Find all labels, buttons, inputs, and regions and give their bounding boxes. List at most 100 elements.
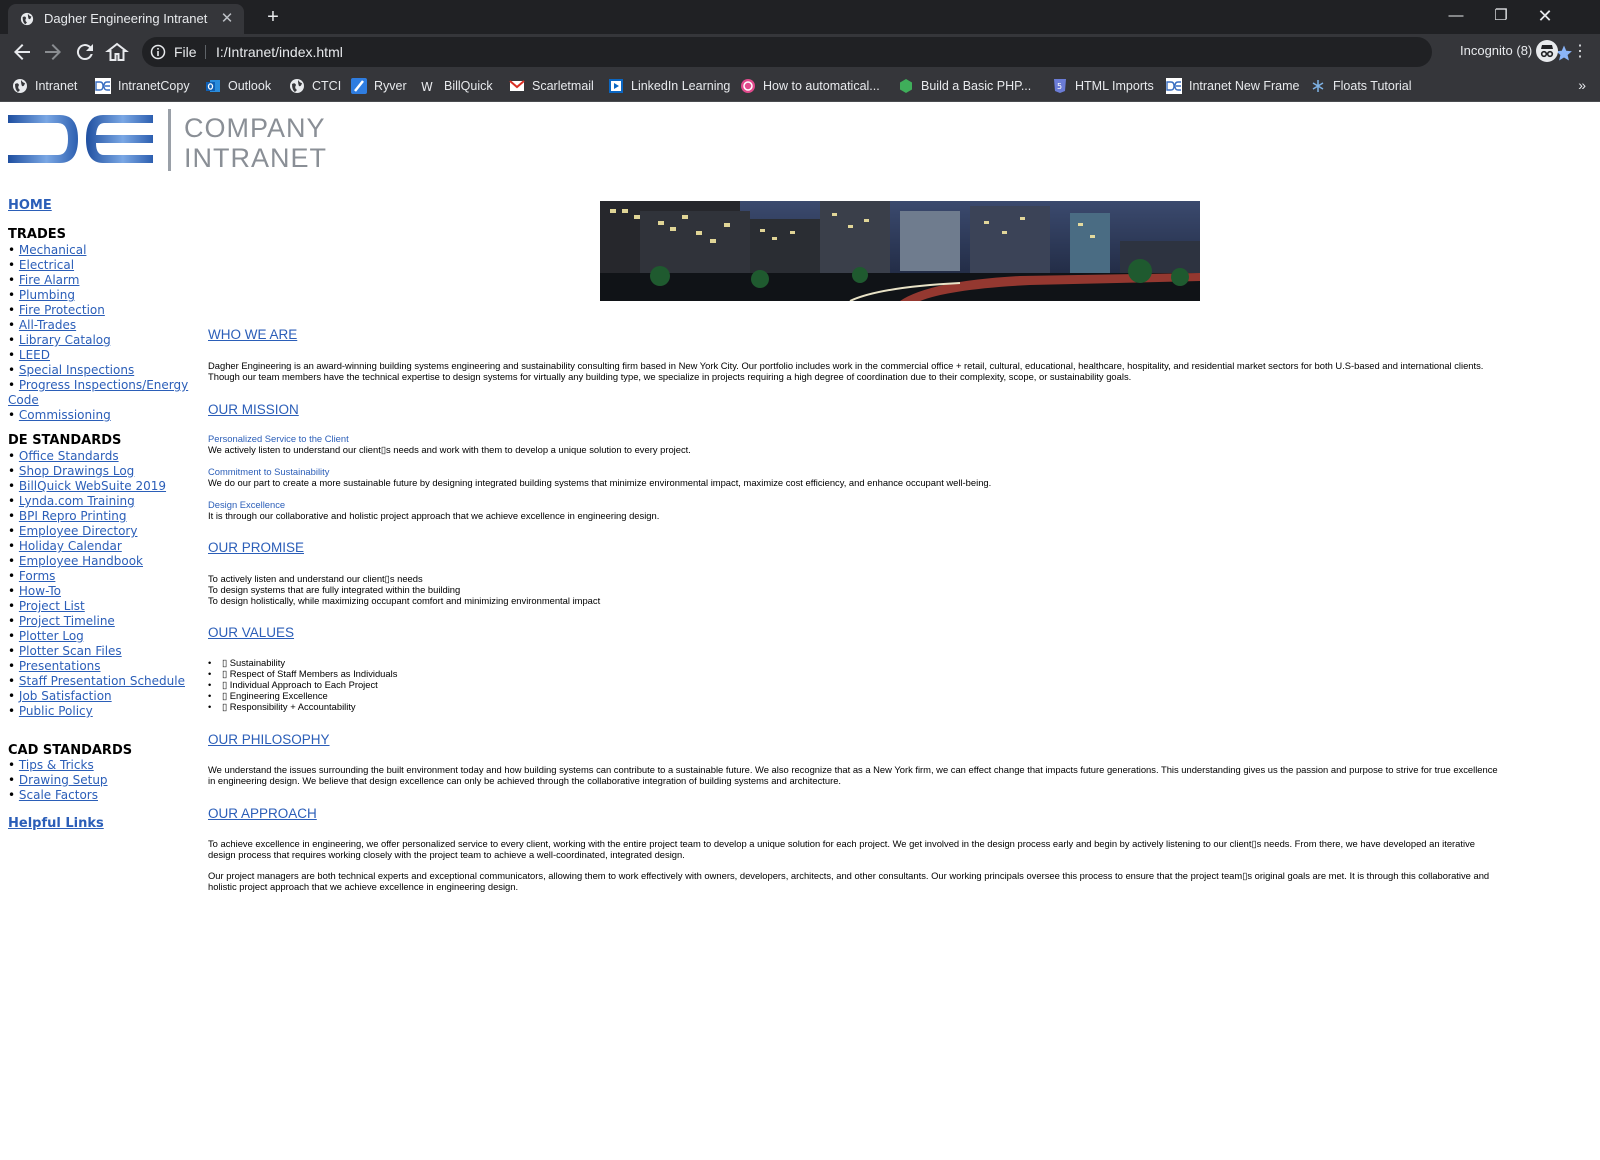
sidebar-item: • Library Catalog	[8, 333, 200, 348]
menu-icon[interactable]: ⋮	[1572, 42, 1588, 62]
bookmark-how-to-automatical[interactable]: How to automatical...	[740, 77, 880, 95]
bookmark-ctci[interactable]: CTCI	[289, 77, 341, 95]
bookmark-linkedin-learning[interactable]: LinkedIn Learning	[608, 77, 730, 95]
info-icon[interactable]	[150, 44, 166, 60]
de-link-project-list[interactable]: Project List	[19, 599, 85, 613]
home-link[interactable]: HOME	[8, 198, 52, 213]
bookmark-label: Floats Tutorial	[1333, 79, 1412, 93]
bullet: •	[8, 464, 19, 478]
bookmark-build-a-basic-php[interactable]: Build a Basic PHP...	[898, 77, 1031, 95]
de-link-employee-handbook[interactable]: Employee Handbook	[19, 554, 143, 568]
approach-paragraph-1a: To achieve excellence in engineering, we…	[208, 838, 1475, 849]
de-link-bpi-repro-printing[interactable]: BPI Repro Printing	[19, 509, 127, 523]
promise-line-3: To design holistically, while maximizing…	[208, 595, 601, 606]
home-button[interactable]	[105, 40, 129, 64]
trades-link-fire-protection[interactable]: Fire Protection	[19, 303, 105, 317]
cad-link-scale-factors[interactable]: Scale Factors	[19, 788, 98, 802]
close-tab-icon[interactable]: ✕	[218, 10, 236, 28]
who-we-are-heading[interactable]: WHO WE ARE	[208, 328, 297, 342]
de-link-employee-directory[interactable]: Employee Directory	[19, 524, 138, 538]
omnibox-divider	[205, 45, 206, 59]
de-link-lynda-com-training[interactable]: Lynda.com Training	[19, 494, 135, 508]
globe-icon	[20, 12, 34, 26]
de-link-forms[interactable]: Forms	[19, 569, 55, 583]
trades-link-plumbing[interactable]: Plumbing	[19, 288, 75, 302]
mission-title-2: Commitment to Sustainability	[208, 466, 330, 477]
bookmark-outlook[interactable]: Outlook	[205, 77, 271, 95]
incognito-label[interactable]: Incognito (8)	[1460, 43, 1532, 58]
trades-link-special-inspections[interactable]: Special Inspections	[19, 363, 134, 377]
de-link-project-timeline[interactable]: Project Timeline	[19, 614, 115, 628]
cad-standards-heading: CAD STANDARDS	[8, 743, 133, 758]
bookmark-label: LinkedIn Learning	[631, 79, 731, 93]
sidebar-item: • Office Standards	[8, 449, 200, 464]
forward-button[interactable]	[41, 40, 65, 64]
reload-button[interactable]	[73, 40, 97, 64]
minimize-button[interactable]: —	[1441, 4, 1471, 28]
close-window-button[interactable]: ✕	[1530, 4, 1560, 28]
bookmark-intranet-new-frame[interactable]: Intranet New Frame	[1166, 77, 1299, 95]
floats-icon	[1310, 78, 1326, 94]
sidebar-item: • Special Inspections	[8, 363, 200, 378]
bullet: •	[8, 554, 19, 568]
de-link-shop-drawings-log[interactable]: Shop Drawings Log	[19, 464, 134, 478]
more-bookmarks-icon[interactable]: »	[1578, 77, 1586, 93]
our-values-heading[interactable]: OUR VALUES	[208, 626, 294, 640]
our-promise-heading[interactable]: OUR PROMISE	[208, 541, 304, 555]
de-link-plotter-scan-files[interactable]: Plotter Scan Files	[19, 644, 122, 658]
bookmark-billquick[interactable]: W BillQuick	[421, 77, 493, 95]
trades-link-progress-inspections-energy-code[interactable]: Progress Inspections/Energy Code	[8, 378, 188, 407]
bookmark-html-imports[interactable]: 5 HTML Imports	[1052, 77, 1154, 95]
sidebar-item: • Job Satisfaction	[8, 689, 200, 704]
de-link-job-satisfaction[interactable]: Job Satisfaction	[19, 689, 112, 703]
sidebar-item: • Commissioning	[8, 408, 200, 423]
back-button[interactable]	[10, 40, 34, 64]
trades-link-commissioning[interactable]: Commissioning	[19, 408, 111, 422]
address-bar[interactable]: File I:/Intranet/index.html	[142, 37, 1572, 67]
company-logo: COMPANY INTRANET	[8, 109, 338, 173]
our-mission-heading[interactable]: OUR MISSION	[208, 403, 299, 417]
our-philosophy-heading[interactable]: OUR PHILOSOPHY	[208, 733, 330, 747]
trades-link-library-catalog[interactable]: Library Catalog	[19, 333, 111, 347]
new-tab-button[interactable]: +	[262, 6, 284, 28]
de-link-how-to[interactable]: How-To	[19, 584, 61, 598]
trades-link-all-trades[interactable]: All-Trades	[19, 318, 76, 332]
city-banner-image	[600, 201, 1200, 301]
browser-tab[interactable]: Dagher Engineering Intranet ✕	[8, 4, 244, 34]
sidebar-item: • BPI Repro Printing	[8, 509, 200, 524]
gmail-icon	[509, 78, 525, 94]
sidebar-item: • Plotter Log	[8, 629, 200, 644]
tab-strip: Dagher Engineering Intranet ✕ + — ❐ ✕	[0, 0, 1600, 34]
cad-link-drawing-setup[interactable]: Drawing Setup	[19, 773, 108, 787]
bookmark-intranetcopy[interactable]: IntranetCopy	[95, 77, 190, 95]
bookmark-intranet[interactable]: Intranet	[12, 77, 77, 95]
bookmark-scarletmail[interactable]: Scarletmail	[509, 77, 594, 95]
de-link-holiday-calendar[interactable]: Holiday Calendar	[19, 539, 122, 553]
de-link-billquick-websuite-2019[interactable]: BillQuick WebSuite 2019	[19, 479, 166, 493]
bullet: •	[8, 348, 19, 362]
bookmark-ryver[interactable]: Ryver	[351, 77, 407, 95]
sidebar-item: • Forms	[8, 569, 200, 584]
restore-button[interactable]: ❐	[1486, 4, 1516, 28]
trades-link-electrical[interactable]: Electrical	[19, 258, 74, 272]
de-link-plotter-log[interactable]: Plotter Log	[19, 629, 84, 643]
bullet: •	[8, 378, 19, 392]
de-link-public-policy[interactable]: Public Policy	[19, 704, 93, 718]
bookmark-floats-tutorial[interactable]: Floats Tutorial	[1310, 77, 1412, 95]
sidebar-item: • Lynda.com Training	[8, 494, 200, 509]
de-link-office-standards[interactable]: Office Standards	[19, 449, 119, 463]
de-link-staff-presentation-schedule[interactable]: Staff Presentation Schedule	[19, 674, 185, 688]
trades-link-leed[interactable]: LEED	[19, 348, 50, 362]
helpful-links-link[interactable]: Helpful Links	[8, 816, 104, 831]
bookmark-label: Outlook	[228, 79, 272, 93]
de-link-presentations[interactable]: Presentations	[19, 659, 101, 673]
trades-link-mechanical[interactable]: Mechanical	[19, 243, 87, 257]
our-approach-heading[interactable]: OUR APPROACH	[208, 807, 317, 821]
url-text[interactable]: I:/Intranet/index.html	[216, 44, 343, 60]
bullet: •	[8, 524, 19, 538]
cad-link-tips-tricks[interactable]: Tips & Tricks	[19, 758, 94, 772]
sidebar-item: • Employee Handbook	[8, 554, 200, 569]
trades-link-fire-alarm[interactable]: Fire Alarm	[19, 273, 80, 287]
who-paragraph-2: Though our team members have the technic…	[208, 371, 1132, 382]
incognito-icon[interactable]	[1536, 40, 1558, 62]
